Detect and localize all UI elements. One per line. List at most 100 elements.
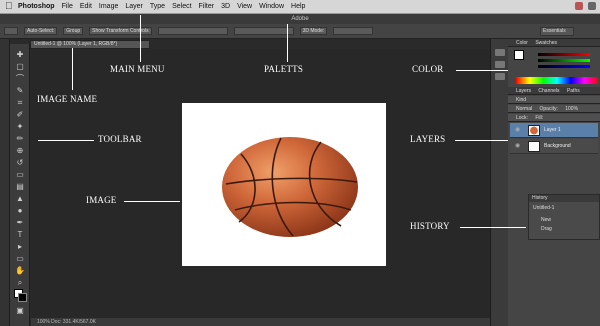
quick-mask-icon[interactable]: ▣ <box>15 306 25 315</box>
menu-3d[interactable]: 3D <box>221 3 230 10</box>
pen-tool-icon[interactable]: ✒ <box>15 218 25 227</box>
tab-channels[interactable]: Channels <box>538 88 559 94</box>
annotation-pointer-line <box>456 70 508 71</box>
opacity-value[interactable]: 100% <box>565 106 578 112</box>
dodge-tool-icon[interactable]: ● <box>15 206 25 215</box>
history-item[interactable]: Drag <box>541 226 552 232</box>
annotation-pointer-line <box>455 140 508 141</box>
menu-window[interactable]: Window <box>259 3 284 10</box>
shape-tool-icon[interactable]: ▭ <box>15 254 25 263</box>
annotation-image-name: IMAGE NAME <box>37 94 98 104</box>
gradient-tool-icon[interactable]: ▤ <box>15 182 25 191</box>
workspace-select[interactable]: Essentials <box>540 27 574 36</box>
tab-layers[interactable]: Layers <box>516 88 531 94</box>
tab-swatches[interactable]: Swatches <box>535 40 557 46</box>
apple-icon[interactable]:  <box>5 1 13 12</box>
basketball-image <box>222 137 358 237</box>
history-item[interactable]: Untitled-1 <box>533 205 554 211</box>
eraser-tool-icon[interactable]: ▭ <box>15 170 25 179</box>
dock-history-icon[interactable] <box>495 49 505 56</box>
visibility-eye-icon[interactable]: ◉ <box>515 139 520 154</box>
move-tool-icon[interactable] <box>4 27 18 35</box>
tab-color[interactable]: Color <box>516 40 528 46</box>
panel-dock <box>490 39 508 326</box>
marquee-tool-icon[interactable]: ▢ <box>15 62 25 71</box>
menu-select[interactable]: Select <box>172 3 191 10</box>
fill-label: Fill: <box>535 115 544 121</box>
annotation-toolbar: TOOLBAR <box>98 134 142 144</box>
annotation-history: HISTORY <box>410 221 450 231</box>
annotation-pointer-line <box>72 48 73 90</box>
menubar-status-icons <box>575 2 596 10</box>
zoom-tool-icon[interactable]: ⌕ <box>15 278 25 287</box>
menu-image[interactable]: Image <box>99 3 118 10</box>
menu-view[interactable]: View <box>237 3 252 10</box>
toolbox: ✚ ▢ ⌒ ✎ ⌗ ✐ ✦ ✏ ⊕ ↺ ▭ ▤ ▲ ● ✒ T ▸ ▭ ✋ ⌕ … <box>10 44 30 326</box>
dock-properties-icon[interactable] <box>495 61 505 68</box>
path-select-tool-icon[interactable]: ▸ <box>15 242 25 251</box>
type-tool-icon[interactable]: T <box>15 230 25 239</box>
document-tab[interactable]: Untitled-1 @ 100% (Layer 1, RGB/8*) <box>30 40 150 49</box>
move-tool-icon[interactable]: ✚ <box>15 50 25 59</box>
menu-photoshop[interactable]: Photoshop <box>18 3 55 10</box>
annotation-pointer-line <box>124 201 180 202</box>
eyedropper-tool-icon[interactable]: ✐ <box>15 110 25 119</box>
menu-layer[interactable]: Layer <box>125 3 143 10</box>
green-slider[interactable] <box>538 59 590 62</box>
lasso-tool-icon[interactable]: ⌒ <box>15 74 25 83</box>
color-spectrum[interactable] <box>516 77 598 84</box>
layer-row[interactable]: ◉ Background <box>510 139 598 154</box>
blur-tool-icon[interactable]: ▲ <box>15 194 25 203</box>
annotation-image: IMAGE <box>86 195 117 205</box>
group-select[interactable]: Group <box>63 27 84 35</box>
red-slider[interactable] <box>538 53 590 56</box>
right-panels: Color Swatches Layers Channels Paths Kin… <box>508 39 600 326</box>
annotation-main-menu: MAIN MENU <box>110 64 165 74</box>
hand-tool-icon[interactable]: ✋ <box>15 266 25 275</box>
visibility-eye-icon[interactable]: ◉ <box>515 123 520 138</box>
brush-tool-icon[interactable]: ✏ <box>15 134 25 143</box>
history-item[interactable]: New <box>541 217 551 223</box>
stamp-tool-icon[interactable]: ⊕ <box>15 146 25 155</box>
align-buttons[interactable] <box>157 27 228 35</box>
volume-icon[interactable] <box>588 2 596 10</box>
left-panel-strip <box>0 39 10 326</box>
blend-mode-select[interactable]: Normal <box>516 106 532 112</box>
quick-select-tool-icon[interactable]: ✎ <box>15 86 25 95</box>
history-panel: History Untitled-1 New Drag <box>528 194 600 240</box>
dock-character-icon[interactable] <box>495 73 505 80</box>
color-swatch[interactable] <box>514 50 524 60</box>
3d-mode-label: 3D Mode: <box>299 27 328 35</box>
document-canvas[interactable] <box>182 103 386 266</box>
color-panel-tabs: Color Swatches <box>508 39 600 47</box>
menu-type[interactable]: Type <box>150 3 165 10</box>
tab-paths[interactable]: Paths <box>567 88 580 94</box>
healing-tool-icon[interactable]: ✦ <box>15 122 25 131</box>
layer-row[interactable]: ◉ Layer 1 <box>510 123 598 138</box>
menu-bar:  Photoshop File Edit Image Layer Type S… <box>0 0 600 14</box>
layer-filter-select[interactable]: Kind <box>516 97 526 103</box>
layer-name: Background <box>544 143 571 149</box>
auto-select-checkbox[interactable]: Auto-Select: <box>24 27 58 35</box>
menu-file[interactable]: File <box>62 3 73 10</box>
annotation-layers: LAYERS <box>410 134 446 144</box>
3d-mode-buttons[interactable] <box>333 27 374 35</box>
status-icon[interactable] <box>575 2 583 10</box>
crop-tool-icon[interactable]: ⌗ <box>15 98 25 107</box>
menu-edit[interactable]: Edit <box>80 3 92 10</box>
menu-help[interactable]: Help <box>291 3 305 10</box>
window-title: Adobe <box>0 14 600 24</box>
opacity-label: Opacity: <box>539 106 558 112</box>
annotation-pointer-line <box>287 24 288 62</box>
distribute-buttons[interactable] <box>233 27 294 35</box>
show-transform-checkbox[interactable]: Show Transform Controls <box>89 27 152 35</box>
menu-filter[interactable]: Filter <box>199 3 215 10</box>
blue-slider[interactable] <box>538 65 590 68</box>
layer-lock-row: Lock: Fill: <box>508 114 600 122</box>
annotation-pointer-line <box>460 227 526 228</box>
history-brush-tool-icon[interactable]: ↺ <box>15 158 25 167</box>
background-color-swatch[interactable] <box>18 293 27 302</box>
layer-thumbnail <box>528 141 540 152</box>
layer-filter-row: Kind <box>508 96 600 104</box>
history-panel-title: History <box>529 195 599 202</box>
